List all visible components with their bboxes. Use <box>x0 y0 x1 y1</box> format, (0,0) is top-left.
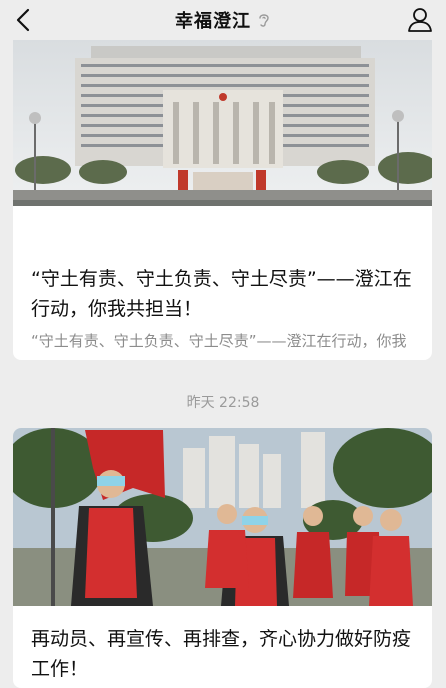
article-title[interactable]: 再动员、再宣传、再排查，齐心协力做好防疫工作！ <box>31 624 414 684</box>
volunteers-photo <box>13 428 432 606</box>
navigation-bar: 幸福澄江 <box>0 0 446 40</box>
message-timestamp: 昨天 22:58 <box>186 395 260 411</box>
article-image <box>13 428 432 606</box>
article-title[interactable]: “守土有责、守土负责、守土尽责”——澄江在行动，你我共担当！ <box>31 264 414 324</box>
article-card[interactable]: 再动员、再宣传、再排查，齐心协力做好防疫工作！ <box>13 428 432 688</box>
article-image <box>13 40 432 206</box>
person-icon[interactable] <box>404 4 436 36</box>
title-wrap: 幸福澄江 <box>0 0 446 40</box>
article-description: “守土有责、守土负责、守土尽责”——澄江在行动，你我共担当！ <box>31 332 407 360</box>
page-title: 幸福澄江 <box>175 11 251 32</box>
article-card[interactable]: “守土有责、守土负责、守土尽责”——澄江在行动，你我共担当！ “守土有责、守土负… <box>13 40 432 360</box>
ear-icon <box>259 14 269 27</box>
government-building-photo <box>13 40 432 206</box>
